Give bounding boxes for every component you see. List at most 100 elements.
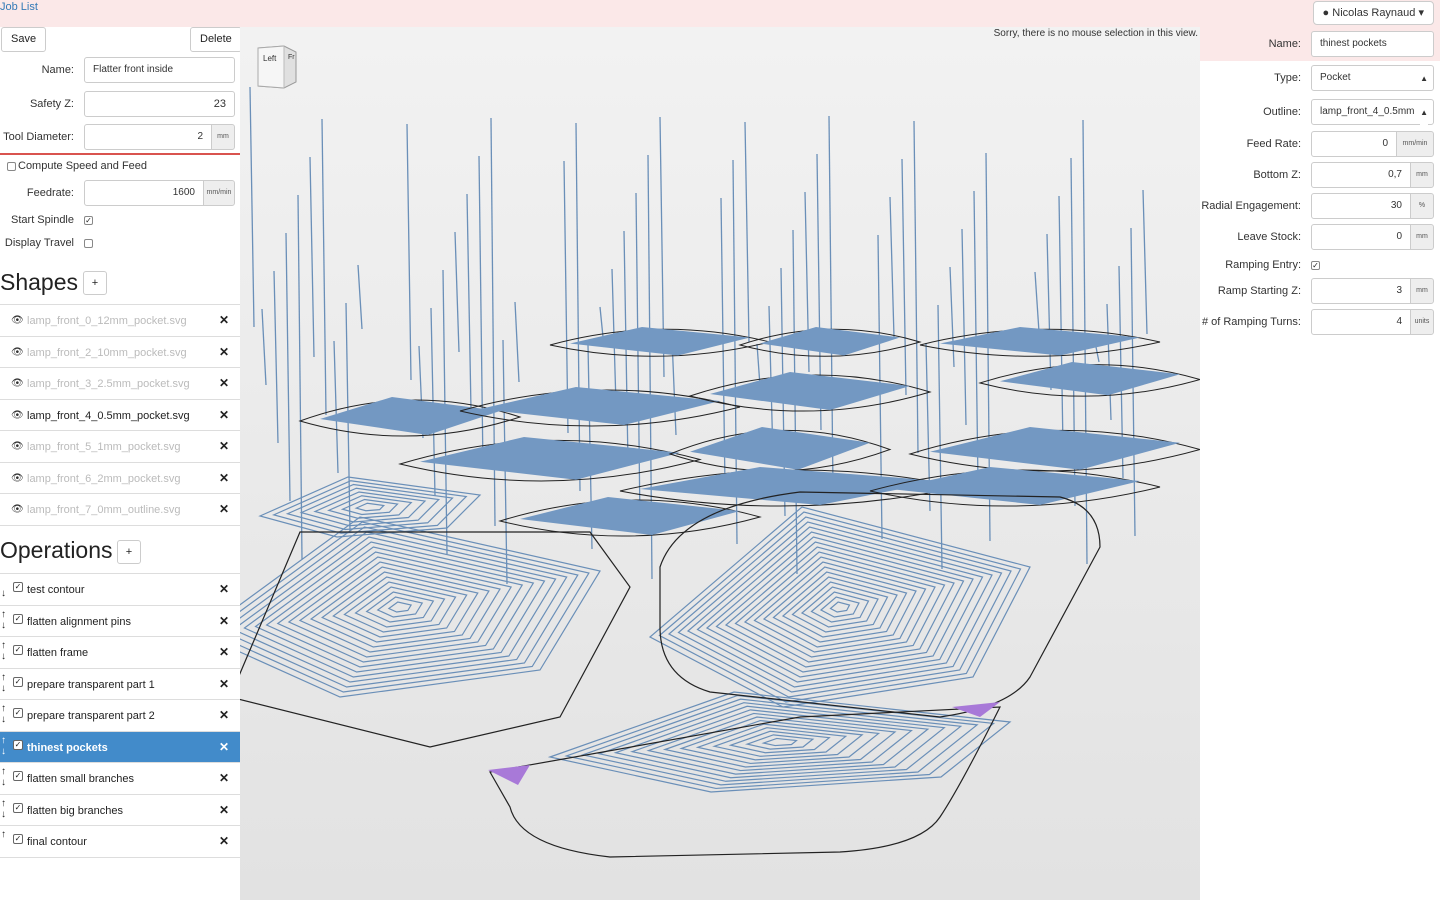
operation-name: flatten big branches bbox=[27, 804, 124, 817]
compute-speed-checkbox[interactable] bbox=[7, 162, 16, 171]
operation-row[interactable]: ↑ ↓ ✓ thinest pockets ✕ bbox=[0, 731, 240, 763]
left-panel: Save Delete Name: Flatter front inside S… bbox=[0, 27, 242, 900]
radial-engagement-input[interactable]: 30 bbox=[1311, 193, 1411, 219]
ramp-starting-z-input[interactable]: 3 bbox=[1311, 278, 1411, 304]
eye-icon[interactable]: 👁 bbox=[11, 347, 24, 358]
radial-engagement-label: Radial Engagement: bbox=[1201, 200, 1301, 212]
eye-icon[interactable]: 👁 bbox=[11, 410, 24, 421]
operation-row[interactable]: ↑ ↓ ✓ flatten alignment pins ✕ bbox=[0, 606, 240, 637]
job-name-input[interactable]: Flatter front inside bbox=[84, 57, 235, 83]
operation-enabled-checkbox[interactable]: ✓ bbox=[13, 582, 23, 592]
bottom-z-unit: mm bbox=[1410, 162, 1434, 188]
view-cube[interactable]: Left Fr bbox=[254, 42, 298, 90]
reorder-arrows: ↑ ↓ bbox=[1, 640, 6, 662]
operation-name: flatten frame bbox=[27, 647, 89, 659]
operation-enabled-checkbox[interactable]: ✓ bbox=[13, 802, 23, 813]
bottom-z-label: Bottom Z: bbox=[1253, 169, 1301, 181]
shapes-list: 👁 lamp_front_0_12mm_pocket.svg ✕ 👁 lamp_fron… bbox=[0, 304, 240, 526]
remove-operation-icon[interactable]: ✕ bbox=[219, 614, 229, 628]
op-type-select[interactable]: Pocket▲▼ bbox=[1311, 65, 1434, 107]
reorder-arrows: ↑ ↓ bbox=[1, 671, 6, 694]
operation-row[interactable]: ↑ ↓ ✓ flatten small branches ✕ bbox=[0, 763, 240, 795]
save-button[interactable]: Save bbox=[1, 27, 47, 52]
bottom-z-input[interactable]: 0,7 bbox=[1311, 162, 1411, 188]
github-icon: ● bbox=[1322, 7, 1330, 19]
remove-shape-icon[interactable]: ✕ bbox=[219, 313, 229, 327]
ramp-starting-z-unit: mm bbox=[1410, 278, 1434, 304]
eye-icon[interactable]: 👁 bbox=[11, 441, 24, 452]
operation-row[interactable]: ↑ ↓ ✓ prepare transparent part 2 ✕ bbox=[0, 700, 240, 732]
toolpath-scene bbox=[240, 86, 1200, 858]
user-menu-button[interactable]: ● Nicolas Raynaud ▾ bbox=[1312, 1, 1434, 25]
tool-diameter-unit: mm bbox=[211, 124, 235, 150]
shape-row[interactable]: 👁 lamp_front_3_2.5mm_pocket.svg ✕ bbox=[0, 368, 240, 400]
display-travel-checkbox[interactable] bbox=[84, 239, 93, 248]
feedrate-label: Feedrate: bbox=[26, 187, 74, 199]
ramping-entry-checkbox[interactable]: ✓ bbox=[1311, 261, 1320, 270]
operation-enabled-checkbox[interactable]: ✓ bbox=[13, 834, 23, 844]
job-list-link[interactable]: Job List bbox=[0, 1, 38, 13]
operation-enabled-checkbox[interactable]: ✓ bbox=[13, 645, 23, 655]
tool-diameter-input[interactable]: 2 bbox=[84, 124, 212, 150]
remove-shape-icon[interactable]: ✕ bbox=[219, 345, 229, 359]
operation-enabled-checkbox[interactable]: ✓ bbox=[13, 739, 23, 750]
remove-operation-icon[interactable]: ✕ bbox=[219, 803, 229, 817]
operations-list: ↓ ✓ test contour ✕ ↑ ↓ ✓ flatten alignment pins… bbox=[0, 573, 240, 858]
remove-operation-icon[interactable]: ✕ bbox=[219, 645, 229, 659]
shape-row[interactable]: 👁 lamp_front_6_2mm_pocket.svg ✕ bbox=[0, 463, 240, 494]
remove-shape-icon[interactable]: ✕ bbox=[219, 439, 229, 453]
remove-operation-icon[interactable]: ✕ bbox=[219, 677, 229, 691]
add-shape-button[interactable]: + bbox=[83, 271, 107, 295]
shape-row[interactable]: 👁 lamp_front_5_1mm_pocket.svg ✕ bbox=[0, 431, 240, 463]
add-operation-button[interactable]: + bbox=[117, 540, 141, 564]
safety-z-label: Safety Z: bbox=[29, 98, 74, 110]
eye-icon[interactable]: 👁 bbox=[11, 378, 24, 389]
operation-row[interactable]: ↑ ↓ ✓ prepare transparent part 1 ✕ bbox=[0, 669, 240, 700]
op-name-input[interactable]: thinest pockets bbox=[1311, 31, 1434, 57]
eye-icon[interactable]: 👁 bbox=[11, 315, 24, 326]
safety-z-input[interactable]: 23 bbox=[84, 91, 235, 117]
shape-row[interactable]: 👁 lamp_front_4_0.5mm_pocket.svg ✕ bbox=[0, 400, 240, 431]
remove-shape-icon[interactable]: ✕ bbox=[219, 408, 229, 422]
shape-row[interactable]: 👁 lamp_front_2_10mm_pocket.svg ✕ bbox=[0, 337, 240, 368]
operation-row[interactable]: ↑ ↓ ✓ flatten big branches ✕ bbox=[0, 795, 240, 826]
op-outline-select[interactable]: lamp_front_4_0.5mm▲▼ bbox=[1311, 99, 1434, 149]
remove-operation-icon[interactable]: ✕ bbox=[219, 771, 229, 785]
leave-stock-input[interactable]: 0 bbox=[1311, 224, 1411, 250]
remove-shape-icon[interactable]: ✕ bbox=[219, 502, 229, 516]
remove-operation-icon[interactable]: ✕ bbox=[219, 834, 229, 848]
remove-shape-icon[interactable]: ✕ bbox=[219, 471, 229, 485]
ramping-entry-label: Ramping Entry: bbox=[1225, 259, 1301, 271]
remove-operation-icon[interactable]: ✕ bbox=[219, 708, 229, 722]
reorder-arrows: ↑ ↓ bbox=[1, 734, 6, 757]
eye-icon[interactable]: 👁 bbox=[11, 473, 24, 484]
3d-viewport[interactable]: Left Fr Sorry, there is no mouse selecti… bbox=[240, 27, 1200, 900]
feedrate-input[interactable]: 1600 bbox=[84, 180, 204, 206]
operation-enabled-checkbox[interactable]: ✓ bbox=[13, 676, 23, 687]
eye-icon[interactable]: 👁 bbox=[11, 504, 24, 515]
start-spindle-checkbox[interactable]: ✓ bbox=[84, 216, 93, 225]
shape-name: lamp_front_2_10mm_pocket.svg bbox=[27, 346, 187, 359]
cube-front-face: Fr bbox=[288, 54, 295, 61]
operation-row[interactable]: ↓ ✓ test contour ✕ bbox=[0, 574, 240, 606]
top-bar: Job List ● Nicolas Raynaud ▾ bbox=[0, 0, 1440, 27]
reorder-arrows: ↑ ↓ bbox=[1, 608, 6, 631]
operation-enabled-checkbox[interactable]: ✓ bbox=[13, 613, 23, 624]
remove-operation-icon[interactable]: ✕ bbox=[219, 582, 229, 596]
remove-shape-icon[interactable]: ✕ bbox=[219, 376, 229, 390]
operation-enabled-checkbox[interactable]: ✓ bbox=[13, 708, 23, 718]
op-name-label: Name: bbox=[1268, 38, 1301, 50]
operation-panel: Name: thinest pockets Type: Pocket▲▼ Out… bbox=[1200, 27, 1440, 900]
operation-row[interactable]: ↑ ✓ final contour ✕ bbox=[0, 826, 240, 858]
operations-heading: Operations bbox=[0, 537, 113, 563]
operation-name: flatten small branches bbox=[27, 773, 134, 785]
ramping-turns-input[interactable]: 4 bbox=[1311, 309, 1411, 335]
operation-enabled-checkbox[interactable]: ✓ bbox=[13, 771, 23, 781]
user-name: Nicolas Raynaud bbox=[1332, 7, 1416, 19]
shape-row[interactable]: 👁 lamp_front_0_12mm_pocket.svg ✕ bbox=[0, 305, 240, 337]
shape-row[interactable]: 👁 lamp_front_7_0mm_outline.svg ✕ bbox=[0, 494, 240, 526]
remove-operation-icon[interactable]: ✕ bbox=[219, 740, 229, 754]
feed-rate-input[interactable]: 0 bbox=[1311, 131, 1397, 157]
delete-button[interactable]: Delete bbox=[190, 27, 242, 52]
operation-row[interactable]: ↑ ↓ ✓ flatten frame ✕ bbox=[0, 637, 240, 669]
